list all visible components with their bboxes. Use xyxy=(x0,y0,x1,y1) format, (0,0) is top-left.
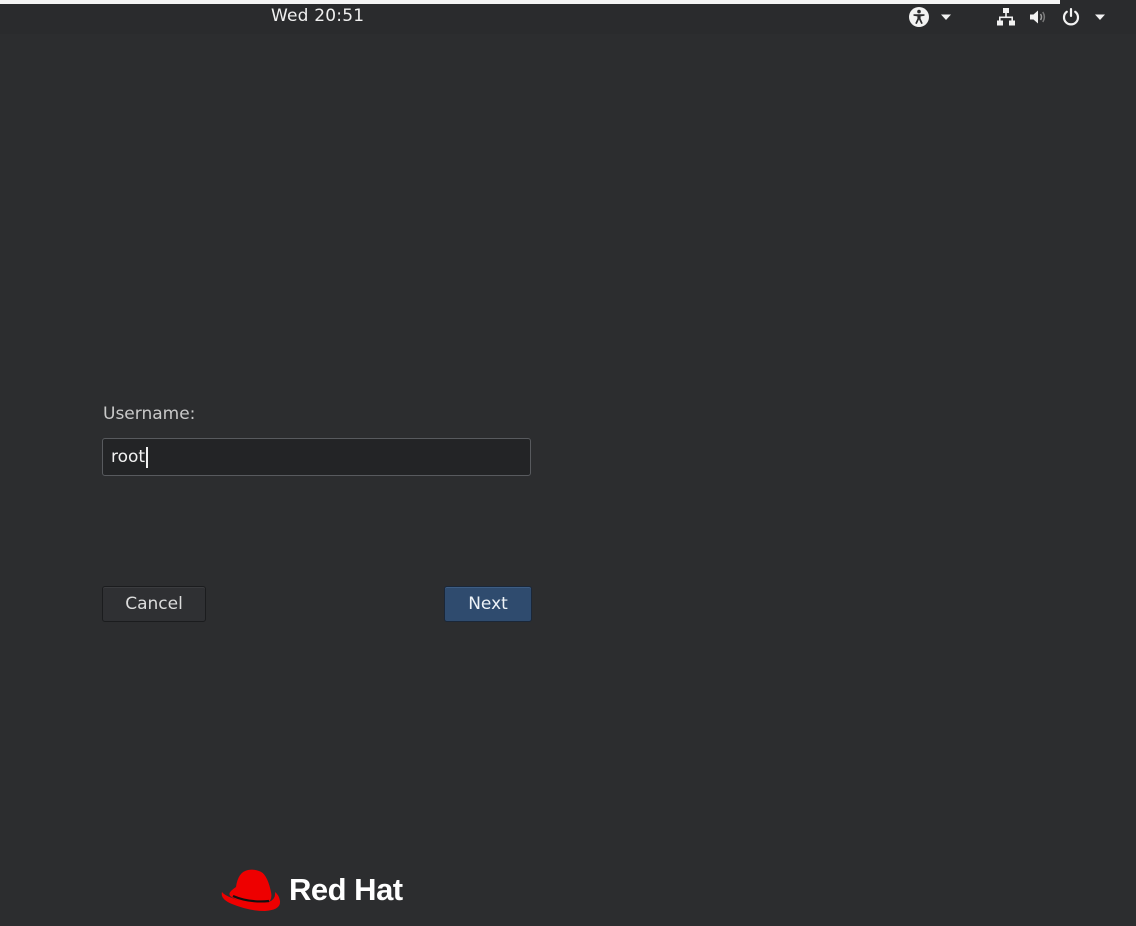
username-input-value: root xyxy=(111,447,146,467)
username-label: Username: xyxy=(103,404,196,424)
network-wired-icon xyxy=(996,7,1016,27)
volume-icon xyxy=(1028,7,1048,27)
chevron-down-icon xyxy=(940,13,952,21)
clock[interactable]: Wed 20:51 xyxy=(271,6,364,26)
power-icon xyxy=(1060,6,1082,28)
cancel-button[interactable]: Cancel xyxy=(102,586,206,622)
accessibility-menu[interactable] xyxy=(908,4,952,30)
top-bar-edge xyxy=(0,0,1060,4)
chevron-down-icon xyxy=(1094,13,1106,21)
red-hat-logo: Red Hat xyxy=(219,862,403,918)
accessibility-icon xyxy=(908,6,930,28)
username-input[interactable]: root xyxy=(102,438,531,476)
top-bar: Wed 20:51 xyxy=(0,0,1136,34)
red-hat-icon xyxy=(219,862,285,918)
logo-text: Red Hat xyxy=(289,872,403,907)
text-caret xyxy=(146,446,149,468)
next-button[interactable]: Next xyxy=(444,586,532,622)
login-screen: Wed 20:51 Username: root Cancel Next Red… xyxy=(0,0,1136,926)
system-menu[interactable] xyxy=(996,4,1106,30)
